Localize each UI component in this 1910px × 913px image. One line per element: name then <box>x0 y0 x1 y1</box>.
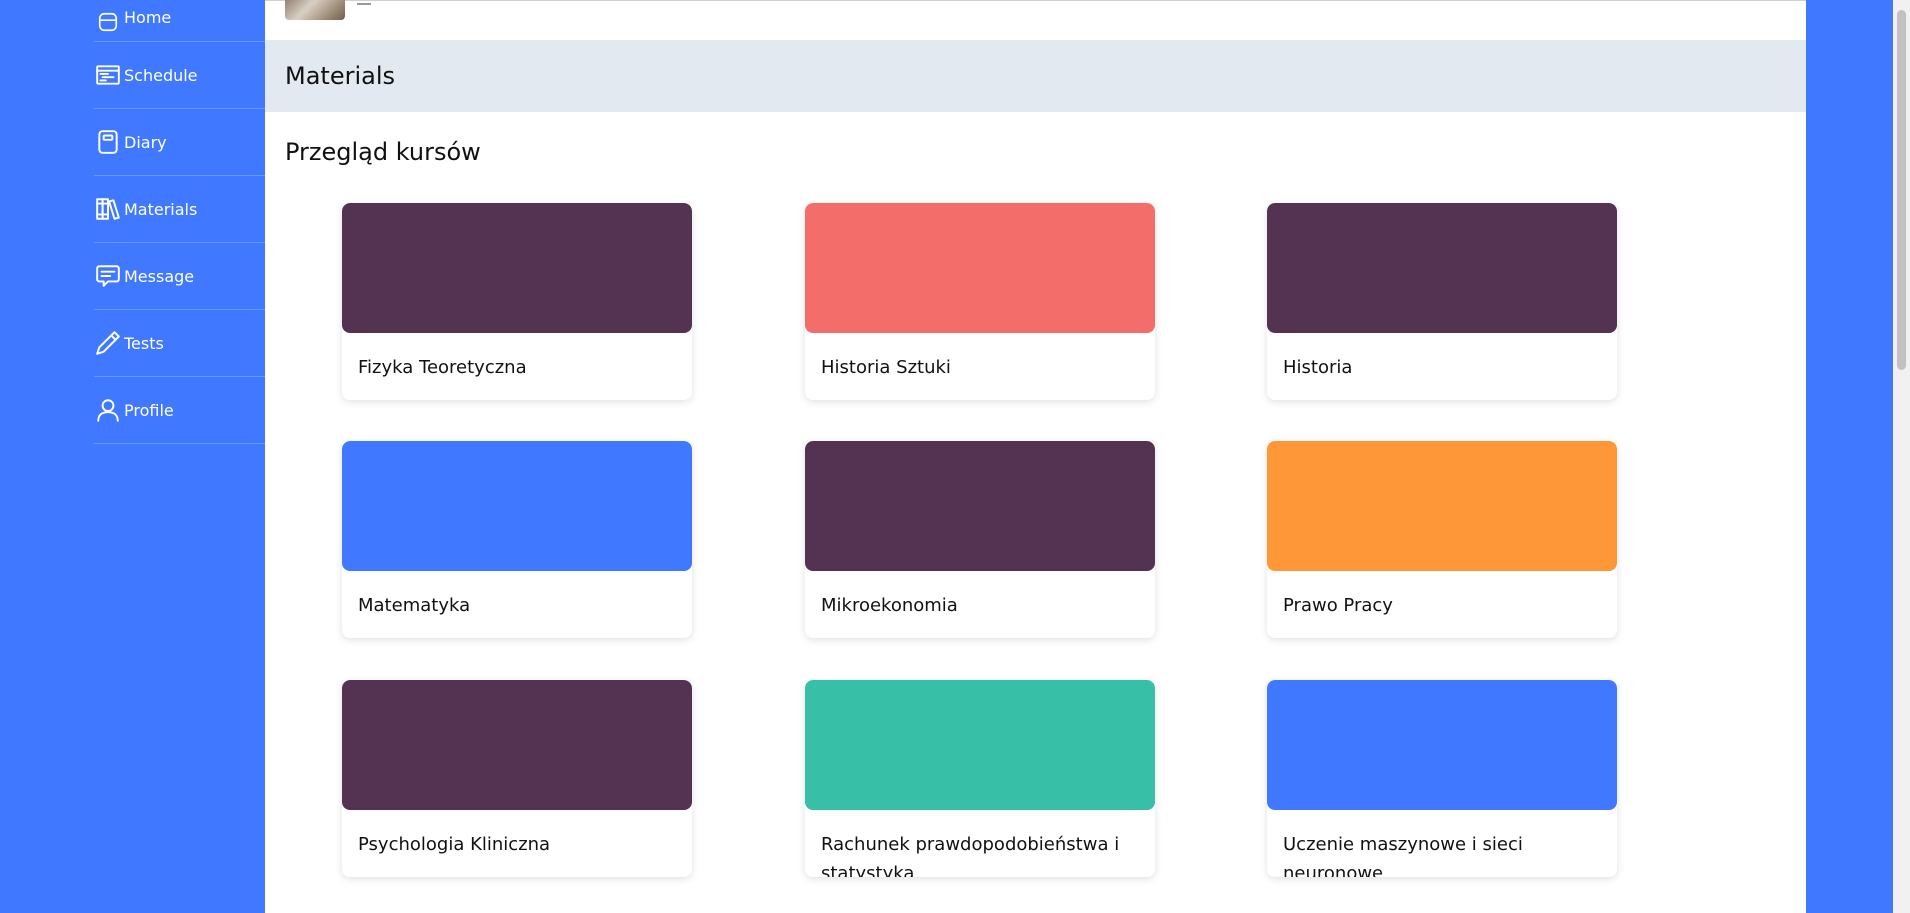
course-card-banner <box>805 441 1155 571</box>
course-card-title: Mikroekonomia <box>821 595 958 616</box>
schedule-icon <box>94 61 122 89</box>
top-bar <box>265 0 1806 40</box>
course-card-title: Fizyka Teoretyczna <box>358 357 527 378</box>
section-subtitle: Przegląd kursów <box>285 138 481 166</box>
sidebar-item-label: Message <box>124 266 195 286</box>
user-menu-caret[interactable] <box>357 1 371 5</box>
sidebar-item-label: Profile <box>124 400 174 420</box>
course-card-banner <box>1267 203 1617 333</box>
books-icon <box>94 195 122 223</box>
course-card[interactable]: Prawo Pracy <box>1267 441 1617 638</box>
course-card[interactable]: Fizyka Teoretyczna <box>342 203 692 400</box>
sidebar-item-label: Materials <box>124 199 198 219</box>
diary-icon <box>94 128 122 156</box>
course-card-banner <box>342 441 692 571</box>
sidebar-item-diary[interactable]: Diary <box>94 109 265 176</box>
course-card-title: Historia <box>1283 357 1353 378</box>
sidebar-item-label: Tests <box>124 333 164 353</box>
course-card-banner <box>1267 441 1617 571</box>
course-card-banner <box>805 203 1155 333</box>
course-card-title: Matematyka <box>358 595 471 616</box>
message-icon <box>94 262 122 290</box>
vertical-scrollbar[interactable] <box>1893 0 1910 913</box>
sidebar-item-label: Diary <box>124 132 167 152</box>
sidebar-item-profile[interactable]: Profile <box>94 377 265 444</box>
course-card[interactable]: Psychologia Kliniczna <box>342 680 692 877</box>
sidebar-nav: Home Schedule Diary Materials Message Te… <box>94 0 265 444</box>
sidebar-item-materials[interactable]: Materials <box>94 176 265 243</box>
course-card-title: Uczenie maszynowe i sieci neuronowe <box>1283 834 1523 877</box>
pencil-icon <box>94 329 122 357</box>
course-card[interactable]: Historia <box>1267 203 1617 400</box>
course-card-title: Prawo Pracy <box>1283 595 1393 616</box>
sidebar-item-tests[interactable]: Tests <box>94 310 265 377</box>
sidebar-item-label: Home <box>124 8 172 27</box>
course-card-title: Psychologia Kliniczna <box>358 834 551 855</box>
course-card-title: Rachunek prawdopodobieństwa i statystyka <box>821 834 1120 877</box>
sidebar: Home Schedule Diary Materials Message Te… <box>0 0 265 913</box>
course-card-banner <box>342 680 692 810</box>
course-card-banner <box>342 203 692 333</box>
course-card-banner <box>1267 680 1617 810</box>
sidebar-item-message[interactable]: Message <box>94 243 265 310</box>
page-title: Materials <box>265 40 1806 112</box>
course-card-banner <box>805 680 1155 810</box>
sidebar-item-home[interactable]: Home <box>94 0 265 42</box>
sidebar-item-schedule[interactable]: Schedule <box>94 42 265 109</box>
course-card[interactable]: Historia Sztuki <box>805 203 1155 400</box>
avatar[interactable] <box>285 0 345 20</box>
sidebar-item-label: Schedule <box>124 65 198 85</box>
course-card[interactable]: Mikroekonomia <box>805 441 1155 638</box>
course-card[interactable]: Uczenie maszynowe i sieci neuronowe <box>1267 680 1617 877</box>
course-card[interactable]: Matematyka <box>342 441 692 638</box>
home-icon <box>94 8 122 36</box>
scrollbar-thumb[interactable] <box>1897 10 1906 370</box>
profile-icon <box>94 396 122 424</box>
course-card-title: Historia Sztuki <box>821 357 951 378</box>
course-card[interactable]: Rachunek prawdopodobieństwa i statystyka <box>805 680 1155 877</box>
main-content: Materials Przegląd kursów Fizyka Teorety… <box>265 0 1806 913</box>
